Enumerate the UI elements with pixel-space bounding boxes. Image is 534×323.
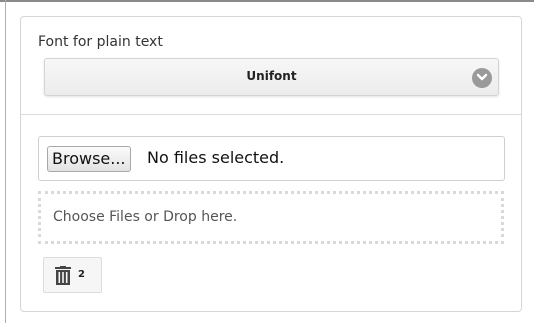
drop-zone[interactable]: Choose Files or Drop here. [38,191,504,244]
chevron-down-icon [472,68,492,88]
file-status: No files selected. [147,148,285,167]
window-edge-top [0,0,534,2]
font-section: Font for plain text Unifont [21,17,521,115]
drop-zone-text: Choose Files or Drop here. [53,209,238,225]
window-edge-left [5,0,6,323]
trash-count: 2 [78,269,85,280]
trash-button[interactable]: 2 [43,257,102,293]
browse-button[interactable]: Browse... [47,146,131,172]
font-select-value: Unifont [246,69,297,83]
font-select[interactable]: Unifont [44,58,499,96]
file-input[interactable]: Browse... No files selected. [38,136,505,181]
font-label: Font for plain text [38,34,163,50]
trash-icon [55,266,71,285]
